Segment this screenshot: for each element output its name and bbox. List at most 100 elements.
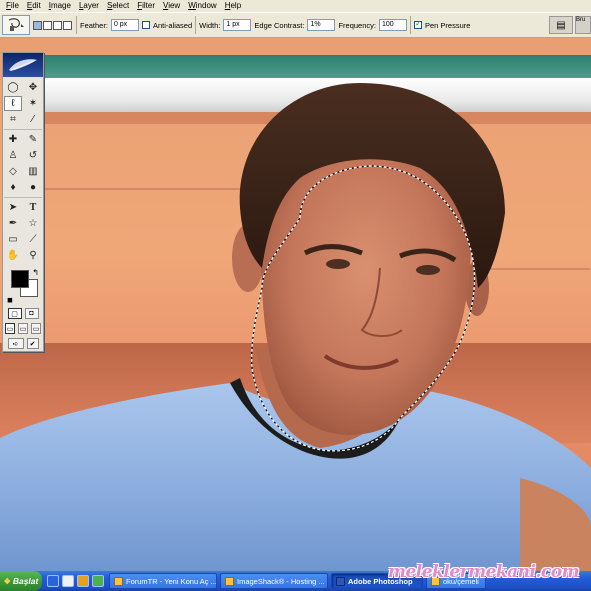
messenger-icon[interactable] bbox=[92, 575, 104, 587]
menu-image[interactable]: Image bbox=[45, 0, 75, 12]
notes-icon: ▭ bbox=[8, 233, 18, 245]
edge-contrast-label: Edge Contrast: bbox=[254, 20, 305, 30]
magic-wand-tool[interactable]: ✶ bbox=[24, 96, 42, 111]
menu-file[interactable]: File bbox=[2, 0, 23, 12]
quick-mask-icon: ◘ bbox=[29, 310, 34, 317]
palette-well-button[interactable]: ▤ bbox=[549, 16, 573, 34]
eyedropper-tool[interactable]: ⟋ bbox=[24, 232, 42, 247]
crop-icon: ⌗ bbox=[10, 113, 16, 125]
foreground-color-swatch[interactable] bbox=[11, 270, 29, 288]
show-desktop-icon[interactable] bbox=[62, 575, 74, 587]
toolbox-divider bbox=[4, 129, 42, 130]
magic-wand-icon: ✶ bbox=[28, 97, 38, 109]
edge-contrast-input[interactable]: 1% bbox=[307, 19, 336, 31]
taskbar-item-imageshack[interactable]: ImageShack® - Hosting ... bbox=[220, 573, 328, 589]
eraser-icon: ◇ bbox=[9, 165, 17, 177]
tool-preset-picker[interactable] bbox=[2, 15, 30, 35]
photoshop-icon bbox=[336, 576, 345, 586]
menu-bar: File Edit Image Layer Select Filter View… bbox=[0, 0, 591, 12]
width-input[interactable]: 1 px bbox=[223, 19, 252, 31]
feather-label: Feather: bbox=[80, 20, 108, 30]
eyedropper-icon: ⟋ bbox=[29, 233, 37, 245]
hand-tool[interactable]: ✋ bbox=[4, 248, 22, 263]
full-screen-menu-button[interactable]: ▭ bbox=[18, 323, 28, 334]
standard-screen-button[interactable]: ▭ bbox=[5, 323, 15, 334]
jump-to-imageready-button[interactable]: ➪ bbox=[7, 338, 24, 349]
check-icon: ✔ bbox=[29, 340, 36, 348]
marquee-tool[interactable]: ◯ bbox=[4, 80, 22, 95]
menu-help[interactable]: Help bbox=[221, 0, 245, 12]
separator bbox=[76, 16, 77, 34]
taskbar-item-label: ImageShack® - Hosting ... bbox=[237, 576, 325, 586]
pen-pressure-checkbox[interactable] bbox=[413, 19, 422, 29]
slice-icon: ⁄ bbox=[32, 113, 34, 125]
eraser-tool[interactable]: ◇ bbox=[4, 164, 22, 179]
mask-mode-row: ▢ ◘ bbox=[3, 306, 43, 321]
brushes-tab[interactable]: Bru bbox=[575, 16, 591, 34]
shape-tool[interactable]: ☆ bbox=[24, 216, 42, 231]
path-selection-tool[interactable]: ➤ bbox=[4, 200, 22, 215]
frequency-input[interactable]: 100 bbox=[378, 19, 407, 31]
move-icon: ✥ bbox=[28, 81, 38, 93]
magnetic-lasso-tool[interactable]: ℓ bbox=[4, 96, 22, 111]
palette-well-icon: ▤ bbox=[556, 19, 566, 31]
start-button[interactable]: ❖ Başlat bbox=[0, 571, 42, 591]
default-colors-icon[interactable]: ◼ bbox=[7, 296, 13, 304]
menu-filter[interactable]: Filter bbox=[133, 0, 159, 12]
history-brush-tool[interactable]: ↺ bbox=[24, 148, 42, 163]
shape-icon: ☆ bbox=[28, 217, 38, 229]
pen-icon: ✒ bbox=[8, 217, 18, 229]
intersect-selection-button[interactable] bbox=[63, 20, 72, 30]
healing-brush-tool[interactable]: ✚ bbox=[4, 132, 22, 147]
taskbar-item-label: ForumTR - Yeni Konu Aç ... bbox=[126, 576, 217, 586]
internet-explorer-icon[interactable] bbox=[47, 575, 59, 587]
menu-edit[interactable]: Edit bbox=[23, 0, 45, 12]
photoshop-feather-icon bbox=[9, 59, 37, 71]
taskbar-item-forumtr[interactable]: ForumTR - Yeni Konu Aç ... bbox=[109, 573, 217, 589]
blur-icon: ♦ bbox=[10, 181, 16, 193]
menu-view[interactable]: View bbox=[159, 0, 184, 12]
healing-brush-icon: ✚ bbox=[8, 133, 18, 145]
anti-aliased-checkbox[interactable] bbox=[141, 21, 150, 29]
magnetic-lasso-icon: ℓ bbox=[11, 97, 15, 109]
width-label: Width: bbox=[199, 20, 221, 30]
hand-icon: ✋ bbox=[6, 249, 20, 261]
zoom-tool[interactable]: ⚲ bbox=[24, 248, 42, 263]
subtract-from-selection-button[interactable] bbox=[53, 20, 62, 30]
quick-mask-button[interactable]: ◘ bbox=[24, 308, 39, 319]
add-to-selection-button[interactable] bbox=[43, 20, 52, 30]
slice-tool[interactable]: ⁄ bbox=[24, 112, 42, 127]
move-tool[interactable]: ✥ bbox=[24, 80, 42, 95]
blur-tool[interactable]: ♦ bbox=[4, 180, 22, 195]
menu-layer[interactable]: Layer bbox=[75, 0, 103, 12]
feather-input[interactable]: 0 px bbox=[110, 19, 139, 31]
type-tool[interactable]: T bbox=[24, 200, 42, 215]
standard-mode-button[interactable]: ▢ bbox=[7, 308, 22, 319]
zoom-icon: ⚲ bbox=[29, 249, 37, 261]
pen-tool[interactable]: ✒ bbox=[4, 216, 22, 231]
clone-stamp-tool[interactable]: ♙ bbox=[4, 148, 22, 163]
separator bbox=[409, 16, 411, 34]
menu-select[interactable]: Select bbox=[103, 0, 133, 12]
separator bbox=[195, 16, 197, 34]
media-player-icon[interactable] bbox=[77, 575, 89, 587]
full-screen-icon: ▭ bbox=[32, 325, 40, 333]
start-label: Başlat bbox=[12, 576, 39, 586]
swap-colors-icon[interactable]: ↰ bbox=[32, 268, 39, 277]
new-selection-button[interactable] bbox=[33, 20, 42, 30]
menu-window[interactable]: Window bbox=[184, 0, 220, 12]
document-canvas[interactable] bbox=[0, 38, 591, 571]
notes-tool[interactable]: ▭ bbox=[4, 232, 22, 247]
check-icon-button[interactable]: ✔ bbox=[26, 338, 39, 349]
browser-window-icon bbox=[114, 576, 123, 586]
dodge-tool[interactable]: ● bbox=[24, 180, 42, 195]
jump-row: ➪ ✔ bbox=[3, 336, 43, 351]
gradient-tool[interactable]: ▥ bbox=[24, 164, 42, 179]
standard-mode-icon: ▢ bbox=[11, 310, 18, 318]
full-screen-button[interactable]: ▭ bbox=[31, 323, 41, 334]
dodge-icon: ● bbox=[29, 181, 37, 193]
quick-launch bbox=[42, 575, 109, 587]
full-screen-menu-icon: ▭ bbox=[19, 325, 27, 333]
brush-tool[interactable]: ✎ bbox=[24, 132, 42, 147]
crop-tool[interactable]: ⌗ bbox=[4, 112, 22, 127]
